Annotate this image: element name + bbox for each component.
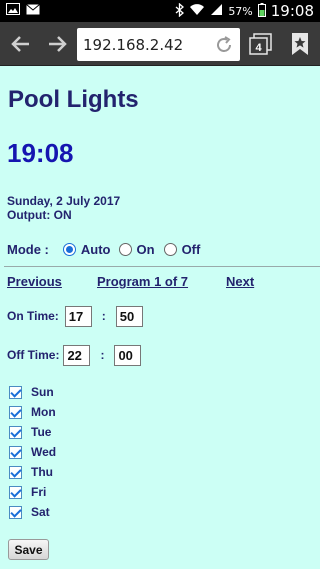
day-row-tue: Tue (9, 422, 56, 442)
mode-auto-label: Auto (80, 241, 111, 257)
forward-arrow-icon (49, 36, 67, 52)
page-title: Pool Lights (8, 86, 139, 113)
day-checkbox-list: Sun Mon Tue Wed Thu Fri Sat (9, 382, 56, 522)
on-time-label: On Time: (7, 309, 59, 323)
mode-auto-radio[interactable] (62, 242, 76, 256)
wed-label: Wed (31, 445, 57, 459)
sun-label: Sun (31, 385, 54, 399)
wed-checkbox[interactable] (9, 445, 22, 459)
url-bar[interactable]: 192.168.2.42 (77, 28, 240, 61)
status-time: 19:08 (270, 2, 314, 20)
sat-checkbox[interactable] (9, 505, 22, 519)
day-row-wed: Wed (9, 442, 56, 462)
fri-checkbox[interactable] (9, 485, 22, 499)
thu-label: Thu (31, 465, 53, 479)
on-time-row: On Time: 17 : 50 (7, 304, 143, 328)
browser-toolbar: 192.168.2.42 4 (0, 22, 320, 66)
page-content: Pool Lights 19:08 Sunday, 2 July 2017 Ou… (0, 66, 320, 569)
off-time-hour-input[interactable]: 22 (63, 344, 91, 366)
thu-checkbox[interactable] (9, 465, 22, 479)
divider (4, 266, 320, 267)
mon-checkbox[interactable] (9, 405, 22, 419)
back-arrow-icon (11, 36, 29, 52)
tabs-icon: 4 (249, 33, 272, 55)
day-row-sun: Sun (9, 382, 56, 402)
off-time-row: Off Time: 22 : 00 (7, 343, 142, 367)
signal-icon (210, 3, 223, 19)
status-bar: 57% 19:08 (0, 0, 320, 22)
sat-label: Sat (31, 505, 50, 519)
forward-button[interactable] (42, 28, 74, 60)
wifi-icon (189, 3, 205, 19)
current-time: 19:08 (7, 138, 74, 168)
current-date: Sunday, 2 July 2017 (7, 194, 121, 208)
battery-percent: 57% (228, 4, 253, 18)
program-nav: Previous Program 1 of 7 Next (7, 274, 313, 292)
day-row-thu: Thu (9, 462, 56, 482)
output-status: Output: ON (7, 208, 72, 222)
sun-checkbox[interactable] (9, 385, 22, 399)
on-time-hour-input[interactable]: 17 (64, 305, 92, 327)
previous-link[interactable]: Previous (7, 274, 62, 289)
url-text: 192.168.2.42 (83, 36, 184, 54)
mode-label: Mode : (7, 241, 49, 257)
mode-off-radio[interactable] (163, 242, 177, 256)
off-time-separator: : (100, 348, 105, 362)
off-time-label: Off Time: (7, 348, 60, 362)
mode-off-label: Off (181, 241, 201, 257)
tab-count: 4 (255, 42, 262, 54)
mode-on-label: On (136, 241, 155, 257)
off-time-minute-input[interactable]: 00 (114, 344, 142, 366)
bookmark-star-icon (292, 33, 308, 55)
image-icon (6, 3, 20, 18)
back-button[interactable] (4, 28, 36, 60)
on-time-separator: : (101, 309, 106, 323)
tue-label: Tue (31, 425, 52, 439)
tabs-button[interactable]: 4 (245, 28, 277, 60)
tue-checkbox[interactable] (9, 425, 22, 439)
next-link[interactable]: Next (226, 274, 254, 289)
mode-selector: Mode : Auto On Off (7, 240, 200, 258)
day-row-mon: Mon (9, 402, 56, 422)
bluetooth-icon (175, 2, 185, 20)
battery-icon (257, 2, 266, 20)
bookmark-button[interactable] (284, 28, 316, 60)
mode-on-radio[interactable] (118, 242, 132, 256)
on-time-minute-input[interactable]: 50 (115, 305, 143, 327)
program-indicator-link[interactable]: Program 1 of 7 (97, 274, 188, 289)
reload-icon[interactable] (214, 35, 234, 55)
fri-label: Fri (31, 485, 47, 499)
mail-icon (26, 3, 40, 18)
day-row-sat: Sat (9, 502, 56, 522)
save-button[interactable]: Save (8, 539, 49, 560)
day-row-fri: Fri (9, 482, 56, 502)
mon-label: Mon (31, 405, 56, 419)
